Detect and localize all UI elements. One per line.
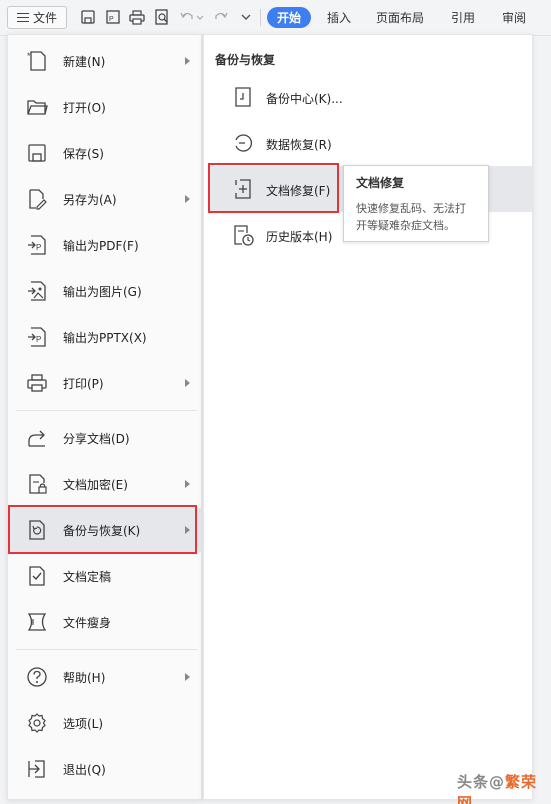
print-icon[interactable]: [128, 8, 146, 26]
menu-item-export-pptx[interactable]: P 输出为PPTX(X): [8, 315, 201, 359]
save-icon[interactable]: [79, 8, 97, 26]
submenu-item-data-recovery[interactable]: 数据恢复(R): [208, 120, 534, 166]
menu-divider: [16, 649, 197, 650]
menu-item-slim-file[interactable]: 文件瘦身: [8, 600, 201, 644]
file-menu-label: 文件: [32, 11, 57, 25]
top-toolbar: 文件 P 开始 插入 页面布局 引用 审阅: [0, 0, 551, 36]
chevron-right-icon: [185, 673, 190, 681]
doc-repair-tooltip: 文档修复 快速修复乱码、无法打开等疑难杂症文档。: [343, 165, 489, 242]
export-image-icon: [28, 281, 46, 301]
menu-item-options[interactable]: 选项(L): [8, 701, 201, 745]
exit-icon: [28, 760, 45, 778]
backup-center-icon: [235, 87, 251, 107]
menu-item-label: 保存(S): [63, 146, 104, 161]
submenu-item-backup-center[interactable]: 备份中心(K)...: [208, 74, 534, 120]
export-pptx-icon: P: [28, 327, 46, 347]
submenu-item-label: 历史版本(H): [266, 230, 333, 244]
menu-item-label: 打开(O): [63, 100, 106, 115]
menu-item-label: 输出为PPTX(X): [63, 330, 147, 345]
watermark-at: @: [489, 773, 506, 791]
menu-item-label: 分享文档(D): [63, 431, 130, 446]
undo-dropdown-icon[interactable]: [195, 8, 205, 26]
file-menu: * 新建(N) 打开(O) 保存(S) 另存为(A) P 输出为PDF(F) 输…: [7, 34, 202, 800]
highlight-frame-backup-restore: [8, 505, 197, 554]
menu-item-save[interactable]: 保存(S): [8, 131, 201, 175]
hamburger-icon: [16, 13, 29, 22]
svg-text:P: P: [36, 243, 41, 252]
tooltip-title: 文档修复: [356, 176, 405, 190]
tab-home[interactable]: 开始: [267, 7, 311, 28]
menu-item-label: 文档定稿: [63, 569, 112, 584]
menu-item-exit[interactable]: 退出(Q): [8, 747, 201, 791]
svg-text:P: P: [36, 335, 41, 344]
undo-icon[interactable]: [178, 8, 196, 26]
submenu-item-label: 数据恢复(R): [266, 138, 332, 152]
folder-open-icon: [27, 100, 48, 115]
gear-icon: [28, 713, 46, 733]
svg-text:*: *: [27, 51, 31, 61]
menu-divider: [16, 410, 197, 411]
file-menu-button[interactable]: 文件: [7, 6, 67, 29]
new-doc-icon: *: [27, 51, 46, 71]
tab-references[interactable]: 引用: [451, 9, 475, 26]
menu-item-label: 输出为PDF(F): [63, 238, 139, 253]
highlight-frame-doc-repair: [208, 163, 339, 213]
finalize-doc-icon: [29, 566, 45, 586]
more-dropdown-icon[interactable]: [239, 8, 253, 26]
menu-item-label: 退出(Q): [63, 762, 106, 777]
encrypt-doc-icon: [29, 474, 47, 494]
export-pdf-icon[interactable]: P: [104, 8, 122, 26]
menu-item-share[interactable]: 分享文档(D): [8, 416, 201, 460]
menu-item-save-as[interactable]: 另存为(A): [8, 177, 201, 221]
menu-item-label: 新建(N): [63, 54, 106, 69]
menu-item-new[interactable]: * 新建(N): [8, 39, 201, 83]
tooltip-body: 快速修复乱码、无法打开等疑难杂症文档。: [356, 202, 466, 232]
svg-text:P: P: [109, 16, 114, 23]
tab-insert[interactable]: 插入: [327, 9, 351, 26]
export-pdf-icon: P: [28, 235, 46, 255]
tab-page-layout[interactable]: 页面布局: [376, 9, 424, 26]
chevron-right-icon: [185, 379, 190, 387]
chevron-right-icon: [185, 57, 190, 65]
print-preview-icon[interactable]: [153, 8, 171, 26]
history-version-icon: [234, 225, 254, 246]
toolbar-separator: [260, 9, 261, 26]
watermark-prefix: 头条: [457, 773, 490, 791]
submenu-title: 备份与恢复: [215, 53, 276, 67]
menu-item-export-image[interactable]: 输出为图片(G): [8, 269, 201, 313]
chevron-right-icon: [185, 195, 190, 203]
menu-item-label: 帮助(H): [63, 670, 106, 685]
menu-item-label: 打印(P): [63, 376, 104, 391]
tab-review[interactable]: 审阅: [502, 9, 526, 26]
menu-item-encrypt[interactable]: 文档加密(E): [8, 462, 201, 506]
save-as-icon: [29, 189, 47, 210]
help-icon: [27, 667, 47, 687]
submenu-item-label: 备份中心(K)...: [266, 92, 343, 106]
menu-item-open[interactable]: 打开(O): [8, 85, 201, 129]
slim-file-icon: [27, 613, 47, 631]
menu-item-label: 文档加密(E): [63, 477, 128, 492]
redo-icon[interactable]: [212, 8, 230, 26]
backup-restore-submenu: 备份与恢复 备份中心(K)... 数据恢复(R) 文档修复(F) 历史版本(H): [203, 34, 534, 800]
menu-item-label: 另存为(A): [63, 192, 117, 207]
menu-item-label: 文件瘦身: [63, 615, 112, 630]
menu-item-finalize[interactable]: 文档定稿: [8, 554, 201, 598]
print-icon: [27, 374, 47, 392]
data-recovery-icon: [235, 134, 252, 152]
menu-item-label: 输出为图片(G): [63, 284, 142, 299]
menu-item-help[interactable]: 帮助(H): [8, 655, 201, 699]
watermark: 头条@繁荣网: [457, 771, 551, 804]
save-icon: [28, 144, 46, 162]
chevron-right-icon: [185, 480, 190, 488]
menu-item-label: 选项(L): [63, 716, 104, 731]
menu-item-export-pdf[interactable]: P 输出为PDF(F): [8, 223, 201, 267]
menu-item-print[interactable]: 打印(P): [8, 361, 201, 405]
share-icon: [28, 430, 45, 447]
